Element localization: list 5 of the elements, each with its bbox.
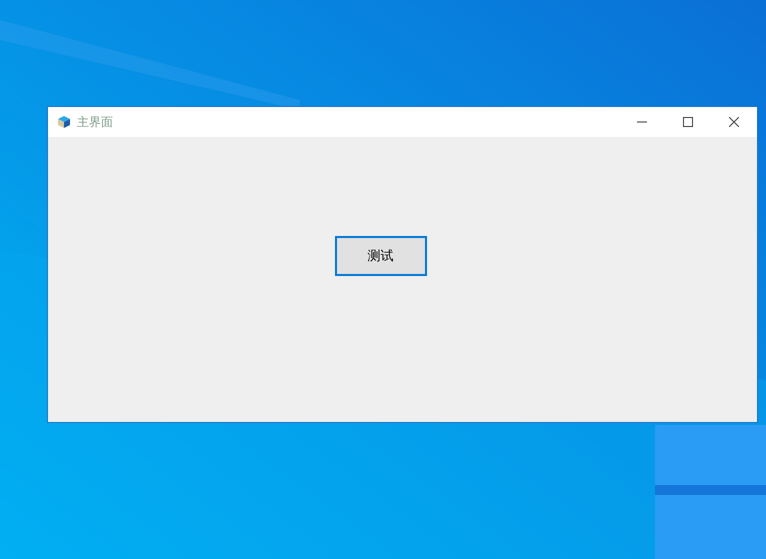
test-button[interactable]: 测试: [334, 236, 426, 276]
maximize-icon: [683, 117, 693, 127]
window-title: 主界面: [77, 114, 113, 130]
cube-icon: [57, 115, 71, 129]
close-icon: [729, 117, 739, 127]
